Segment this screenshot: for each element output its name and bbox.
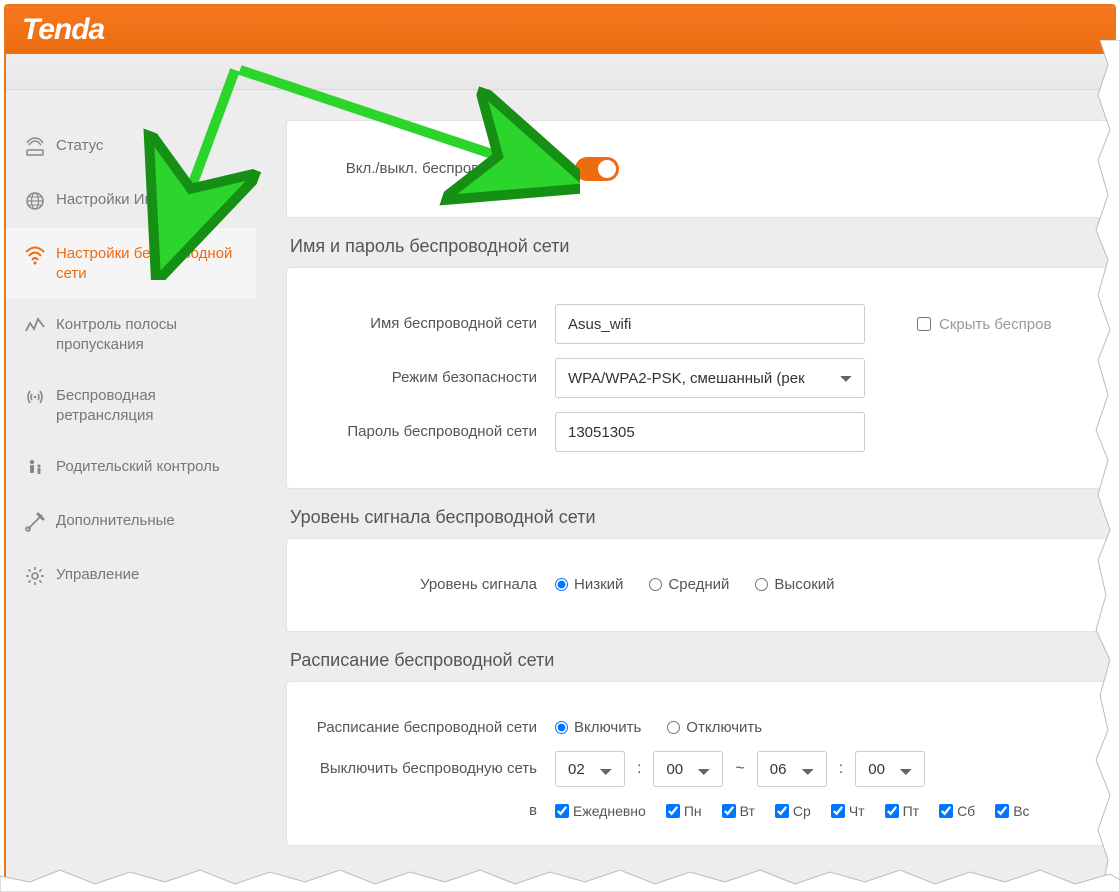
bandwidth-icon <box>24 315 46 337</box>
status-icon <box>24 136 46 158</box>
day-daily-label: Ежедневно <box>573 803 646 819</box>
day-sat-checkbox[interactable] <box>939 804 953 818</box>
sub-header <box>6 54 1114 90</box>
repeat-icon <box>24 386 46 408</box>
sidebar-item-label: Настройки Интернета <box>56 190 238 210</box>
day-tue-checkbox[interactable] <box>722 804 736 818</box>
min-to-select[interactable]: 00 <box>855 751 925 787</box>
range-sep: ~ <box>735 760 744 778</box>
section-title-signal: Уровень сигнала беспроводной сети <box>290 507 1114 528</box>
wireless-toggle[interactable] <box>575 157 619 181</box>
password-label: Пароль беспроводной сети <box>315 422 555 442</box>
day-wed-label: Ср <box>793 803 811 819</box>
sidebar-item-label: Настройки беспроводной сети <box>56 244 238 283</box>
signal-med-label: Средний <box>668 576 729 593</box>
off-time-label: Выключить беспроводную сеть <box>315 759 555 779</box>
section-title-schedule: Расписание беспроводной сети <box>290 650 1114 671</box>
sidebar-item-internet[interactable]: Настройки Интернета <box>6 174 256 228</box>
sidebar-item-repeater[interactable]: Беспроводная ретрансляция <box>6 370 256 441</box>
signal-high-label: Высокий <box>774 576 834 593</box>
schedule-on-radio[interactable] <box>555 721 568 734</box>
tools-icon <box>24 511 46 533</box>
signal-med-radio[interactable] <box>649 578 662 591</box>
globe-icon <box>24 190 46 212</box>
wireless-toggle-panel: Вкл./выкл. беспроводную сеть <box>286 120 1114 218</box>
day-fri-label: Пт <box>903 803 919 819</box>
day-sat-label: Сб <box>957 803 975 819</box>
days-prefix: в <box>315 801 555 821</box>
day-fri-checkbox[interactable] <box>885 804 899 818</box>
day-thu-checkbox[interactable] <box>831 804 845 818</box>
day-wed-checkbox[interactable] <box>775 804 789 818</box>
signal-low-label: Низкий <box>574 576 623 593</box>
signal-high-radio[interactable] <box>755 578 768 591</box>
day-sun-label: Вс <box>1013 803 1029 819</box>
brand-logo: Tenda <box>22 13 104 47</box>
sidebar-item-management[interactable]: Управление <box>6 549 256 603</box>
sidebar: Статус Настройки Интернета Настройки бес… <box>6 90 256 886</box>
sidebar-item-advanced[interactable]: Дополнительные <box>6 495 256 549</box>
main-content: Вкл./выкл. беспроводную сеть Имя и парол… <box>256 90 1114 886</box>
parental-icon <box>24 457 46 479</box>
sidebar-item-parental[interactable]: Родительский контроль <box>6 441 256 495</box>
ssid-input[interactable] <box>555 304 865 344</box>
hour-from-select[interactable]: 02 <box>555 751 625 787</box>
app-header: Tenda <box>6 6 1114 54</box>
sidebar-item-label: Родительский контроль <box>56 457 238 477</box>
hide-ssid-checkbox[interactable] <box>917 317 931 331</box>
sidebar-item-label: Дополнительные <box>56 511 238 531</box>
day-thu-label: Чт <box>849 803 865 819</box>
schedule-off-label: Отключить <box>686 719 762 736</box>
sidebar-item-label: Контроль полосы пропускания <box>56 315 238 354</box>
ssid-label: Имя беспроводной сети <box>315 314 555 334</box>
security-mode-label: Режим безопасности <box>315 368 555 388</box>
day-daily-checkbox[interactable] <box>555 804 569 818</box>
day-mon-checkbox[interactable] <box>666 804 680 818</box>
schedule-off-radio[interactable] <box>667 721 680 734</box>
gear-icon <box>24 565 46 587</box>
hour-to-select[interactable]: 06 <box>757 751 827 787</box>
sidebar-item-wireless[interactable]: Настройки беспроводной сети <box>6 228 256 299</box>
wireless-toggle-label: Вкл./выкл. беспроводную сеть <box>315 159 575 179</box>
signal-panel: Уровень сигнала Низкий Средний Высокий <box>286 538 1114 632</box>
day-mon-label: Пн <box>684 803 702 819</box>
sidebar-item-label: Управление <box>56 565 238 585</box>
min-from-select[interactable]: 00 <box>653 751 723 787</box>
password-input[interactable] <box>555 412 865 452</box>
name-password-panel: Имя беспроводной сети Скрыть беспров Реж… <box>286 267 1114 489</box>
signal-low-radio[interactable] <box>555 578 568 591</box>
hide-ssid-label: Скрыть беспров <box>939 316 1051 333</box>
colon-2: : <box>839 760 843 778</box>
schedule-panel: Расписание беспроводной сети Включить От… <box>286 681 1114 846</box>
sidebar-item-label: Статус <box>56 136 238 156</box>
schedule-enable-label: Расписание беспроводной сети <box>315 718 555 738</box>
sidebar-item-label: Беспроводная ретрансляция <box>56 386 238 425</box>
day-sun-checkbox[interactable] <box>995 804 1009 818</box>
signal-level-label: Уровень сигнала <box>315 575 555 595</box>
wifi-icon <box>24 244 46 266</box>
schedule-on-label: Включить <box>574 719 641 736</box>
section-title-namepw: Имя и пароль беспроводной сети <box>290 236 1114 257</box>
security-mode-select[interactable]: WPA/WPA2-PSK, смешанный (рек <box>555 358 865 398</box>
sidebar-item-bandwidth[interactable]: Контроль полосы пропускания <box>6 299 256 370</box>
colon-1: : <box>637 760 641 778</box>
day-tue-label: Вт <box>740 803 755 819</box>
sidebar-item-status[interactable]: Статус <box>6 120 256 174</box>
